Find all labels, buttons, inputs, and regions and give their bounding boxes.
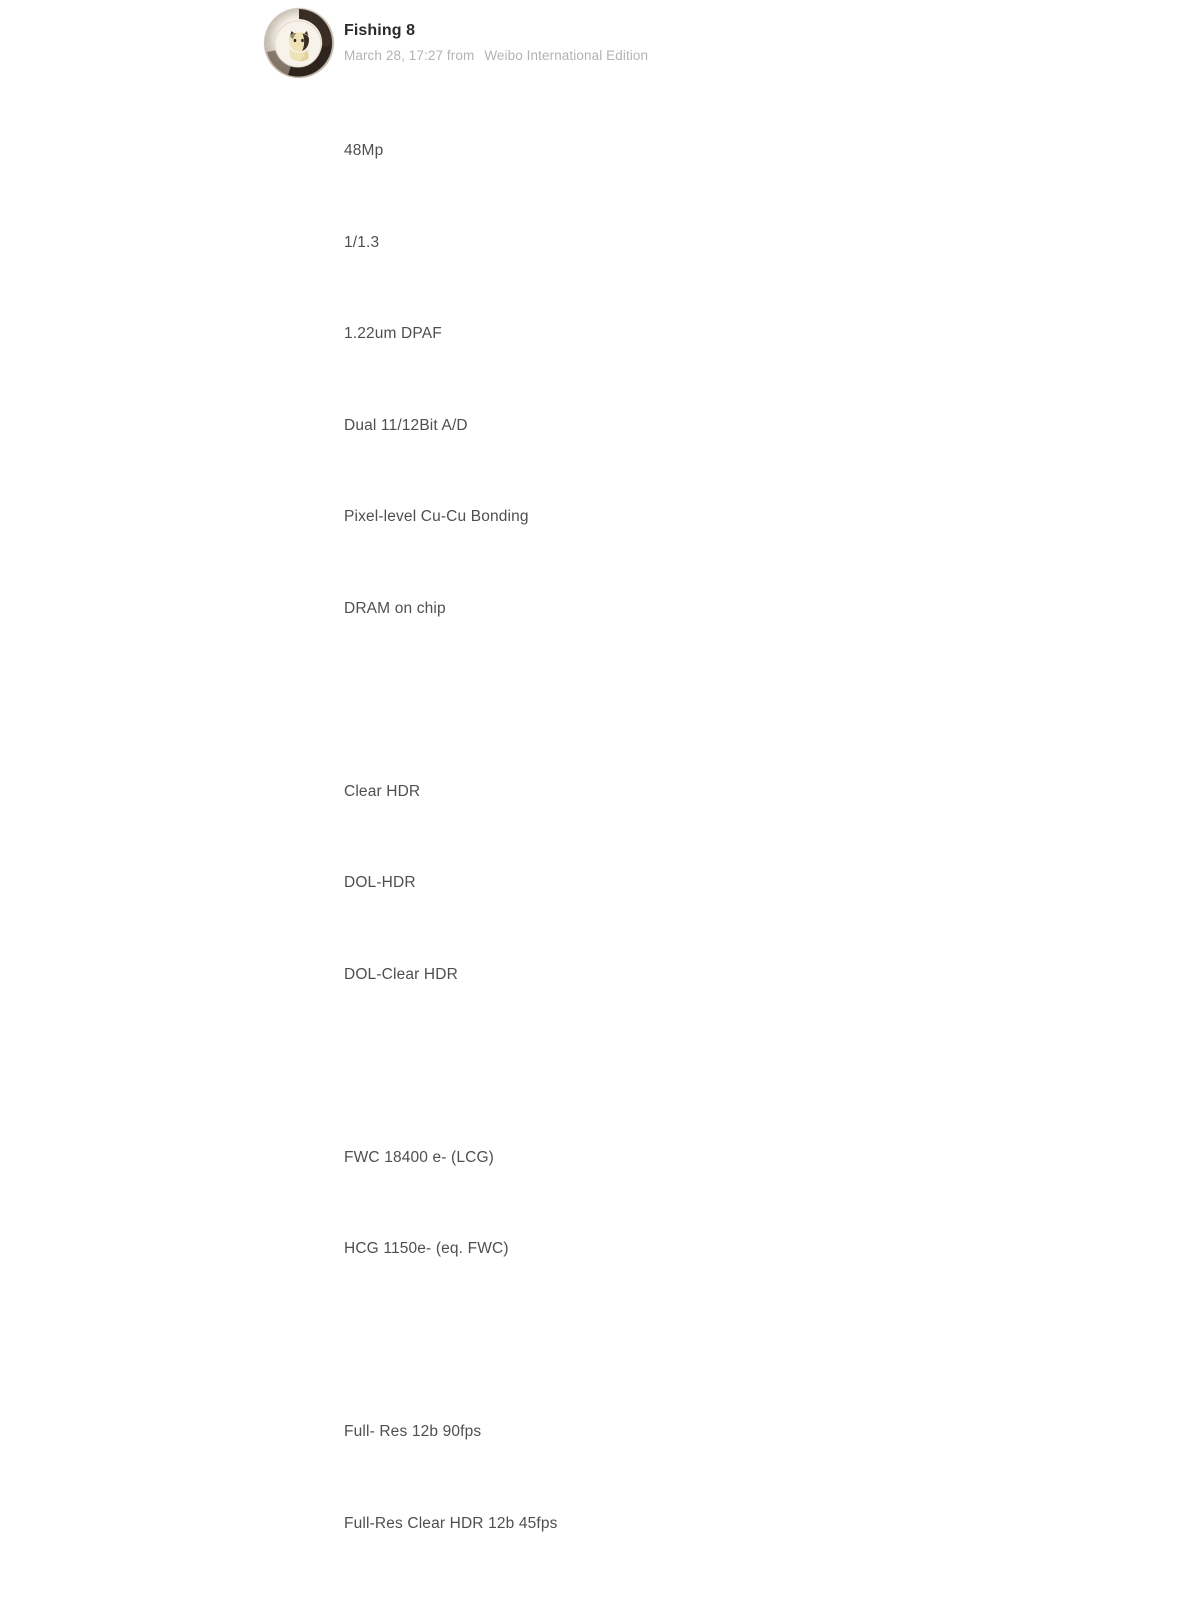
- post-source-link[interactable]: Weibo International Edition: [484, 48, 648, 63]
- post-header-text: Fishing 8 March 28, 17:27 from Weibo Inte…: [344, 21, 944, 64]
- post-line: Full- Res 12b 90fps: [344, 1423, 482, 1440]
- post-line: Pixel-level Cu-Cu Bonding: [344, 508, 529, 525]
- post-line: FWC 18400 e- (LCG): [344, 1148, 494, 1166]
- post-line: Clear HDR: [344, 782, 421, 800]
- weibo-post: Fishing 8 March 28, 17:27 from Weibo Inte…: [0, 0, 1200, 1532]
- post-line: DOL-HDR: [344, 874, 416, 891]
- post-line-blank: [344, 1326, 1104, 1357]
- avatar[interactable]: [264, 8, 334, 78]
- post-line-blank: [344, 1051, 1104, 1082]
- post-line: HCG 1150e- (eq. FWC): [344, 1240, 509, 1257]
- post-line: 1.22um DPAF: [344, 325, 442, 342]
- post-line: Full-Res Clear HDR 12b 45fps: [344, 1514, 558, 1532]
- post-body: 48Mp 1/1.3 1.22um DPAF Dual 11/12Bit A/D…: [344, 75, 1104, 1598]
- post-timestamp: March 28, 17:27 from: [344, 48, 475, 63]
- post-line: DOL-Clear HDR: [344, 965, 458, 983]
- post-meta: March 28, 17:27 from Weibo International …: [344, 47, 944, 64]
- post-line: Dual 11/12Bit A/D: [344, 416, 468, 434]
- cat-avatar-icon: [264, 8, 334, 78]
- post-line-blank: [344, 685, 1104, 716]
- post-line: 1/1.3: [344, 233, 380, 251]
- author-name[interactable]: Fishing 8: [344, 21, 944, 41]
- post-line: DRAM on chip: [344, 599, 446, 617]
- post-line: 48Mp: [344, 142, 384, 159]
- post-header: Fishing 8 March 28, 17:27 from Weibo Inte…: [264, 8, 964, 80]
